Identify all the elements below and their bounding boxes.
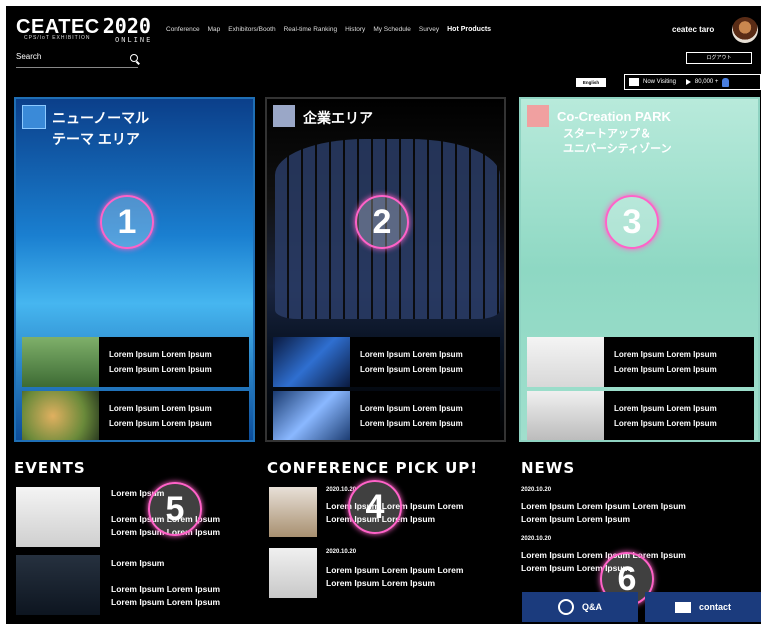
headset-icon bbox=[558, 599, 574, 615]
mail-icon bbox=[674, 601, 691, 613]
item-text: Lorem Ipsum Lorem Ipsum Lorem Ipsum Lorem… bbox=[109, 404, 212, 428]
qa-label: Q&A bbox=[582, 602, 602, 612]
list-item[interactable]: Lorem Ipsum Lorem Ipsum Lorem Ipsum Lorem… bbox=[527, 391, 754, 440]
news-title: NEWS bbox=[521, 459, 576, 477]
card-title: 企業エリア bbox=[303, 110, 373, 126]
event-thumbnail[interactable] bbox=[16, 487, 100, 547]
co-creation-icon bbox=[527, 105, 549, 127]
nav-my-schedule[interactable]: My Schedule bbox=[373, 26, 411, 33]
item-text: Lorem Ipsum Lorem Ipsum Lorem Ipsum Lorem… bbox=[109, 350, 212, 374]
app-frame: CEATEC 2020 CPS/IoT EXHIBITION ONLINE Con… bbox=[6, 6, 761, 624]
qa-button[interactable]: Q&A bbox=[522, 592, 638, 622]
conference-date: 2020.10.20 bbox=[326, 549, 357, 555]
callout-number-5: 5 bbox=[148, 482, 202, 536]
logout-button[interactable]: ログアウト bbox=[686, 52, 752, 64]
nav-map[interactable]: Map bbox=[208, 26, 221, 33]
search-icon[interactable] bbox=[130, 54, 138, 62]
events-title: EVENTS bbox=[14, 459, 86, 477]
contact-label: contact bbox=[698, 602, 731, 612]
news-date: 2020.10.20 bbox=[521, 536, 552, 542]
area-card-new-normal[interactable]: ニューノーマル テーマ エリア 1 Lorem Ipsum Lorem Ipsu… bbox=[14, 97, 255, 442]
ceatec-logo[interactable]: CEATEC 2020 CPS/IoT EXHIBITION ONLINE bbox=[16, 14, 151, 44]
news-item[interactable]: Lorem Ipsum Lorem Ipsum Lorem Ipsum Lore… bbox=[521, 500, 686, 526]
logo-year: 2020 bbox=[102, 14, 151, 38]
event-thumbnail[interactable] bbox=[16, 555, 100, 615]
area-card-co-creation[interactable]: Co-Creation PARK スタートアップ＆ ユニバーシティゾーン 3 L… bbox=[519, 97, 760, 442]
item-thumbnail bbox=[527, 391, 604, 440]
visitor-counter: Now Visiting 80,000 + bbox=[624, 74, 761, 90]
item-thumbnail bbox=[273, 337, 350, 387]
nav-ranking[interactable]: Real-time Ranking bbox=[284, 26, 337, 33]
nav-history[interactable]: History bbox=[345, 26, 365, 33]
conference-thumbnail[interactable] bbox=[269, 487, 317, 537]
play-icon bbox=[685, 79, 691, 85]
search-box bbox=[16, 52, 138, 68]
building-icon bbox=[273, 105, 295, 127]
main-nav: Conference Map Exhibitors/Booth Real-tim… bbox=[166, 26, 491, 33]
item-text: Lorem Ipsum Lorem Ipsum Lorem Ipsum Lorem… bbox=[360, 350, 463, 374]
conference-thumbnail[interactable] bbox=[269, 548, 317, 598]
item-text: Lorem Ipsum Lorem Ipsum Lorem Ipsum Lorem… bbox=[614, 350, 717, 374]
avatar[interactable] bbox=[732, 17, 758, 43]
nav-hot-products[interactable]: Hot Products bbox=[447, 26, 491, 33]
item-thumbnail bbox=[22, 391, 99, 440]
conference-item[interactable]: Lorem Ipsum Lorem Ipsum Lorem Lorem Ipsu… bbox=[326, 564, 463, 590]
item-thumbnail bbox=[273, 391, 350, 440]
card-subtitle: スタートアップ＆ ユニバーシティゾーン bbox=[563, 128, 672, 155]
list-item[interactable]: Lorem Ipsum Lorem Ipsum Lorem Ipsum Lorem… bbox=[22, 391, 249, 440]
visiting-label: Now Visiting bbox=[643, 79, 676, 85]
conference-title: CONFERENCE PICK UP! bbox=[267, 459, 479, 477]
logo-online: ONLINE bbox=[115, 36, 153, 44]
nav-exhibitors[interactable]: Exhibitors/Booth bbox=[228, 26, 275, 33]
language-button[interactable]: English bbox=[576, 78, 606, 87]
visiting-count: 80,000 + bbox=[694, 79, 719, 85]
nav-survey[interactable]: Survey bbox=[419, 26, 439, 33]
list-item[interactable]: Lorem Ipsum Lorem Ipsum Lorem Ipsum Lorem… bbox=[273, 337, 500, 387]
people-icon bbox=[629, 78, 639, 86]
card-title: Co-Creation PARK bbox=[557, 109, 671, 124]
callout-number-4: 4 bbox=[348, 480, 402, 534]
person-icon bbox=[722, 77, 730, 87]
contact-button[interactable]: contact bbox=[645, 592, 761, 622]
item-text: Lorem Ipsum Lorem Ipsum Lorem Ipsum Lorem… bbox=[360, 404, 463, 428]
user-name: ceatec taro bbox=[672, 25, 715, 34]
callout-number-2: 2 bbox=[355, 195, 409, 249]
news-date: 2020.10.20 bbox=[521, 487, 552, 493]
area-card-corporate[interactable]: 企業エリア 2 Lorem Ipsum Lorem Ipsum Lorem Ips… bbox=[265, 97, 506, 442]
card-title: ニューノーマル テーマ エリア bbox=[52, 110, 150, 147]
nav-conference[interactable]: Conference bbox=[166, 26, 200, 33]
search-input[interactable] bbox=[16, 52, 116, 61]
callout-number-1: 1 bbox=[100, 195, 154, 249]
event-item[interactable]: Lorem Ipsum Lorem Ipsum Lorem Ipsum Lore… bbox=[111, 557, 220, 609]
logo-subtitle: CPS/IoT EXHIBITION bbox=[24, 35, 91, 41]
exhibition-icon bbox=[22, 105, 46, 129]
item-text: Lorem Ipsum Lorem Ipsum Lorem Ipsum Lorem… bbox=[614, 404, 717, 428]
list-item[interactable]: Lorem Ipsum Lorem Ipsum Lorem Ipsum Lorem… bbox=[273, 391, 500, 440]
list-item[interactable]: Lorem Ipsum Lorem Ipsum Lorem Ipsum Lorem… bbox=[22, 337, 249, 387]
list-item[interactable]: Lorem Ipsum Lorem Ipsum Lorem Ipsum Lorem… bbox=[527, 337, 754, 387]
item-thumbnail bbox=[22, 337, 99, 387]
callout-number-3: 3 bbox=[605, 195, 659, 249]
item-thumbnail bbox=[527, 337, 604, 387]
